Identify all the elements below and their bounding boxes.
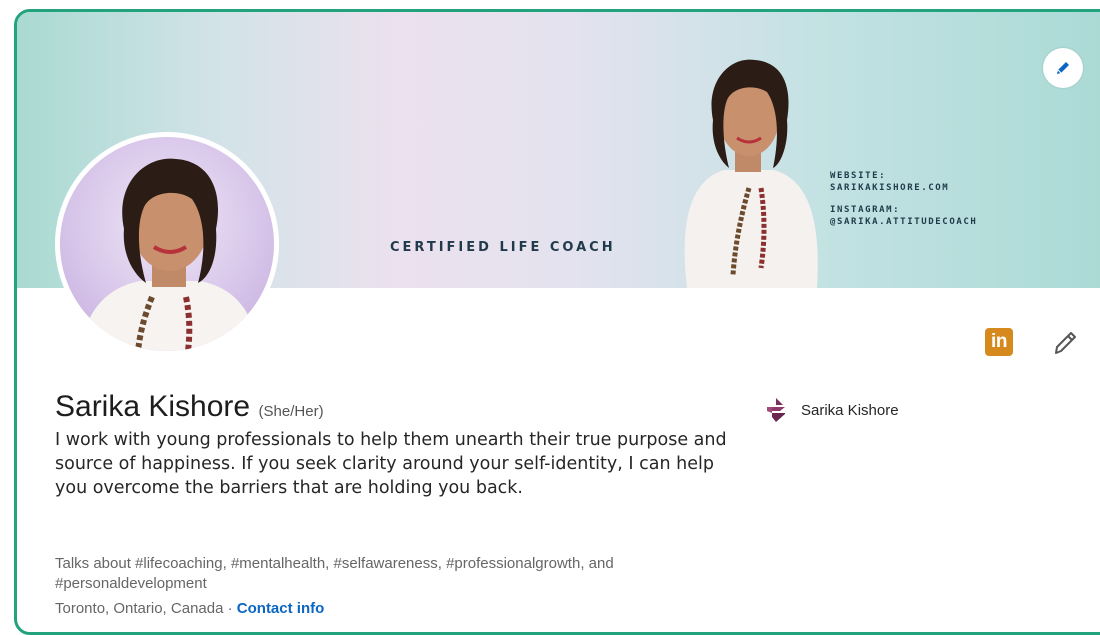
profile-card: CERTIFIED LIFE COACH WEBSITE: SARIKAKISH… [14, 9, 1100, 635]
company-logo-icon [767, 398, 785, 422]
location-row: Toronto, Ontario, Canada · Contact info [55, 600, 324, 617]
company-name: Sarika Kishore [801, 401, 899, 419]
pronouns: (She/Her) [258, 403, 324, 420]
name-row: Sarika Kishore (She/Her) [55, 390, 324, 424]
banner-photo [684, 59, 818, 288]
separator: · [223, 600, 237, 617]
linkedin-icon[interactable]: in [985, 328, 1013, 356]
instagram-label: INSTAGRAM: [830, 205, 901, 215]
location: Toronto, Ontario, Canada [55, 600, 224, 617]
banner-contact-info: WEBSITE: SARIKAKISHORE.COM INSTAGRAM: @S… [830, 170, 977, 228]
pencil-icon [1057, 62, 1069, 74]
profile-headline: I work with young professionals to help … [55, 430, 727, 498]
instagram-value: @SARIKA.ATTITUDECOACH [830, 217, 978, 227]
website-label: WEBSITE: [830, 171, 887, 181]
talks-about: Talks about #lifecoaching, #mentalhealth… [55, 555, 614, 592]
contact-info-link[interactable]: Contact info [237, 600, 325, 617]
current-company[interactable]: Sarika Kishore [763, 397, 899, 423]
avatar-photo [80, 158, 258, 351]
edit-banner-button[interactable] [1043, 48, 1083, 88]
banner-tagline: CERTIFIED LIFE COACH [390, 240, 616, 255]
edit-profile-icon[interactable] [1050, 328, 1080, 358]
profile-name: Sarika Kishore [55, 390, 251, 423]
website-value: SARIKAKISHORE.COM [830, 183, 950, 193]
avatar[interactable] [55, 132, 279, 356]
